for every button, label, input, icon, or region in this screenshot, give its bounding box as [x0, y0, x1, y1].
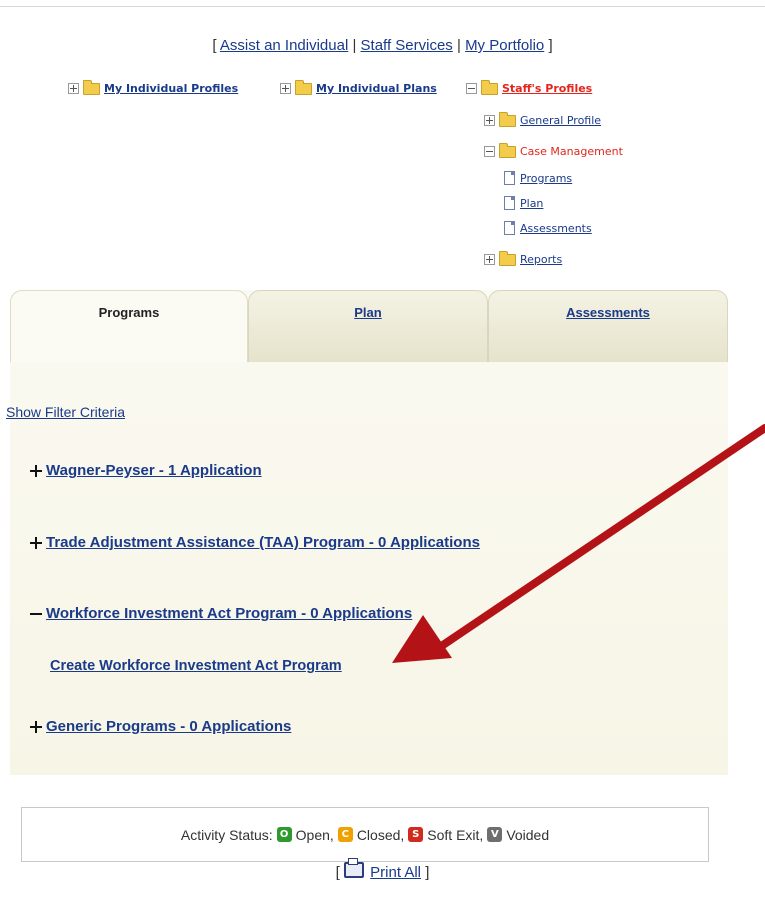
activity-status-label: Activity Status:	[180, 826, 273, 843]
print-all-link[interactable]: Print All	[370, 864, 421, 881]
status-open-text: Open,	[295, 826, 334, 843]
printer-icon[interactable]	[343, 858, 364, 878]
tab-programs-label: Programs	[98, 305, 160, 320]
closed-status-icon: C	[337, 827, 353, 842]
open-status-icon: O	[276, 827, 292, 842]
status-voided-text: Voided	[506, 826, 550, 843]
print-all-section: [ Print All ]	[0, 858, 765, 881]
status-closed-text: Closed,	[356, 826, 405, 843]
bracket-close: ]	[425, 864, 430, 881]
status-soft-exit-text: Soft Exit,	[427, 826, 484, 843]
tab-programs[interactable]: Programs	[10, 290, 248, 362]
annotation-arrow-icon	[392, 424, 765, 663]
soft-exit-status-icon: S	[408, 827, 424, 842]
bracket-open: [	[335, 864, 340, 881]
activity-status-legend: Activity Status: O Open, C Closed, S Sof…	[21, 807, 709, 862]
voided-status-icon: V	[487, 827, 503, 842]
